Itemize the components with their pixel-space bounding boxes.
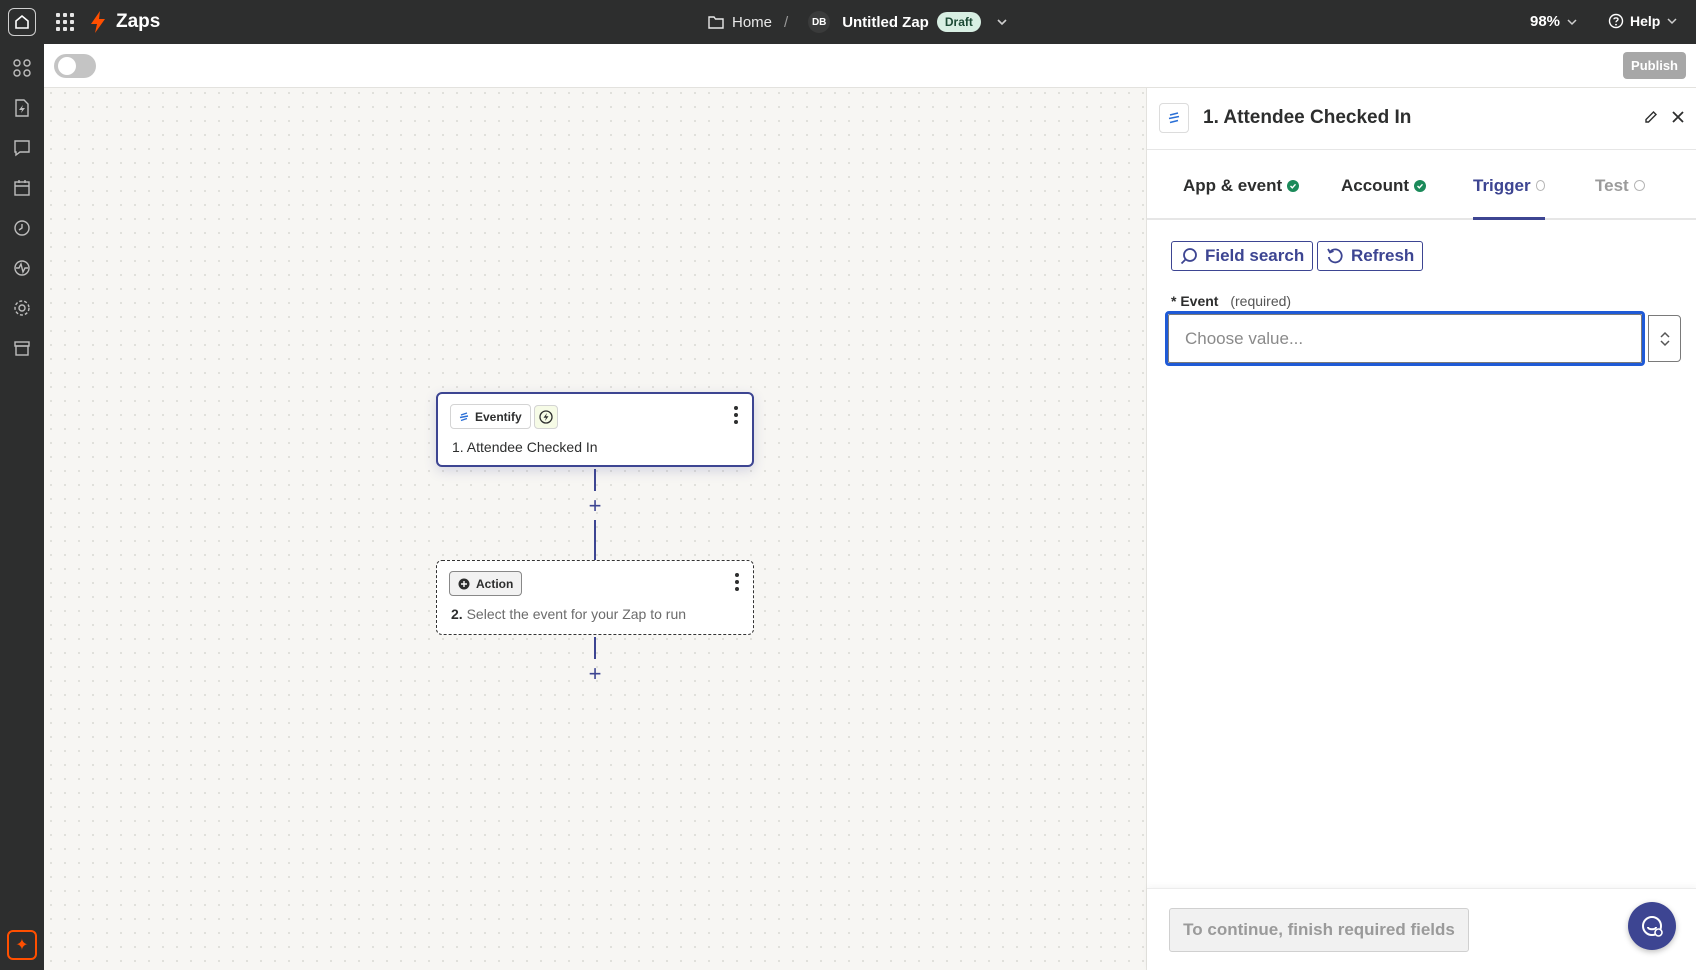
left-rail	[0, 44, 44, 970]
trigger-step-card[interactable]: Eventify 1. Attendee Checked In	[436, 392, 754, 467]
panel-footer: To continue, finish required fields	[1147, 888, 1696, 970]
action-chip: Action	[449, 571, 523, 596]
help-menu[interactable]: Help	[1608, 13, 1678, 29]
check-circle-icon	[1287, 180, 1300, 192]
required-hint: (required)	[1230, 293, 1292, 309]
chat-icon[interactable]	[12, 138, 32, 158]
trigger-step-title: 1. Attendee Checked In	[452, 439, 598, 455]
app-chip: Eventify	[450, 404, 531, 429]
eventify-logo-icon	[1159, 103, 1189, 133]
panel-header: 1. Attendee Checked In	[1147, 88, 1696, 150]
select-toggle-button[interactable]	[1648, 315, 1681, 362]
step-tabs: App & event Account Trigger Test	[1147, 150, 1696, 220]
action-step-title: 2. Select the event for your Zap to run	[451, 606, 686, 622]
field-search-button[interactable]: Field search	[1171, 241, 1314, 271]
archive-icon[interactable]	[12, 338, 32, 358]
step-connector	[594, 637, 596, 659]
tab-label: App & event	[1183, 176, 1283, 195]
chevron-down-icon[interactable]	[995, 15, 1009, 29]
tab-trigger[interactable]: Trigger	[1473, 176, 1545, 220]
settings-icon[interactable]	[12, 298, 32, 318]
incomplete-circle-icon	[1535, 180, 1545, 191]
more-options-icon[interactable]	[735, 573, 739, 591]
help-label: Help	[1630, 13, 1661, 29]
breadcrumb: Home / DB Untitled Zap Draft	[708, 11, 1009, 33]
add-step-button[interactable]: +	[584, 663, 606, 686]
publish-button[interactable]: Publish	[1623, 52, 1686, 79]
avatar: DB	[808, 11, 831, 33]
zoom-control[interactable]: 98%	[1530, 13, 1578, 30]
plus-circle-icon	[458, 578, 470, 589]
tab-app-event[interactable]: App & event	[1183, 176, 1300, 220]
breadcrumb-separator: /	[784, 13, 789, 31]
app-chip-label: Eventify	[475, 409, 522, 424]
action-step-text: Select the event for your Zap to run	[466, 606, 687, 622]
copilot-sparkle-icon[interactable]: ✦	[7, 930, 37, 960]
zap-name[interactable]: Untitled Zap	[842, 14, 929, 31]
info-circle-icon	[1633, 180, 1645, 191]
event-field-label: * Event (required)	[1171, 293, 1291, 309]
search-icon	[1180, 248, 1197, 265]
panel-title: 1. Attendee Checked In	[1203, 107, 1412, 128]
brand-title[interactable]: Zaps	[116, 11, 160, 33]
add-step-button[interactable]: +	[584, 495, 606, 518]
tab-label: Account	[1341, 176, 1409, 195]
required-asterisk: *	[1171, 293, 1177, 309]
close-icon[interactable]	[1669, 108, 1687, 126]
chevron-up-down-icon	[1659, 331, 1670, 346]
more-options-icon[interactable]	[734, 406, 738, 424]
help-circle-icon	[1608, 13, 1624, 29]
refresh-label: Refresh	[1351, 246, 1415, 265]
field-search-label: Field search	[1205, 246, 1305, 265]
pencil-icon[interactable]	[1643, 109, 1659, 125]
tab-label: Test	[1595, 176, 1629, 195]
top-bar: Zaps Home / DB Untitled Zap Draft 98% He…	[0, 0, 1696, 44]
action-step-card[interactable]: Action 2. Select the event for your Zap …	[436, 560, 754, 635]
step-connector	[594, 520, 596, 560]
apps-icon[interactable]	[12, 58, 32, 78]
action-step-number: 2.	[451, 606, 463, 622]
refresh-button[interactable]: Refresh	[1317, 241, 1424, 271]
tab-test[interactable]: Test	[1595, 176, 1645, 220]
step-connector	[594, 469, 596, 491]
support-chat-icon[interactable]	[1628, 902, 1676, 950]
chevron-down-icon	[1667, 18, 1677, 25]
zap-bolt-icon	[90, 11, 106, 38]
event-label: Event	[1180, 293, 1219, 309]
continue-button[interactable]: To continue, finish required fields	[1169, 908, 1469, 952]
chevron-down-icon	[1567, 18, 1577, 25]
step-config-panel: 1. Attendee Checked In App & event Accou…	[1146, 88, 1696, 970]
folder-icon	[708, 16, 724, 29]
activity-icon[interactable]	[12, 258, 32, 278]
tab-account[interactable]: Account	[1341, 176, 1426, 220]
history-icon[interactable]	[12, 218, 32, 238]
status-badge: Draft	[936, 12, 981, 32]
calendar-icon[interactable]	[12, 178, 32, 198]
event-select[interactable]	[1165, 311, 1645, 366]
eventify-logo-icon	[459, 411, 469, 421]
refresh-icon	[1327, 248, 1343, 264]
app-grid-icon[interactable]	[56, 13, 74, 31]
zap-on-off-toggle[interactable]	[54, 54, 96, 78]
home-icon[interactable]	[8, 8, 36, 36]
trigger-bolt-icon	[534, 405, 558, 429]
zap-file-icon[interactable]	[12, 98, 32, 118]
action-chip-label: Action	[476, 576, 514, 591]
editor-toolbar: Publish	[44, 44, 1696, 88]
check-circle-icon	[1414, 180, 1426, 192]
event-select-input[interactable]	[1168, 314, 1642, 363]
zoom-level: 98%	[1530, 13, 1561, 30]
breadcrumb-home[interactable]: Home	[732, 14, 772, 31]
tab-label: Trigger	[1473, 176, 1531, 195]
